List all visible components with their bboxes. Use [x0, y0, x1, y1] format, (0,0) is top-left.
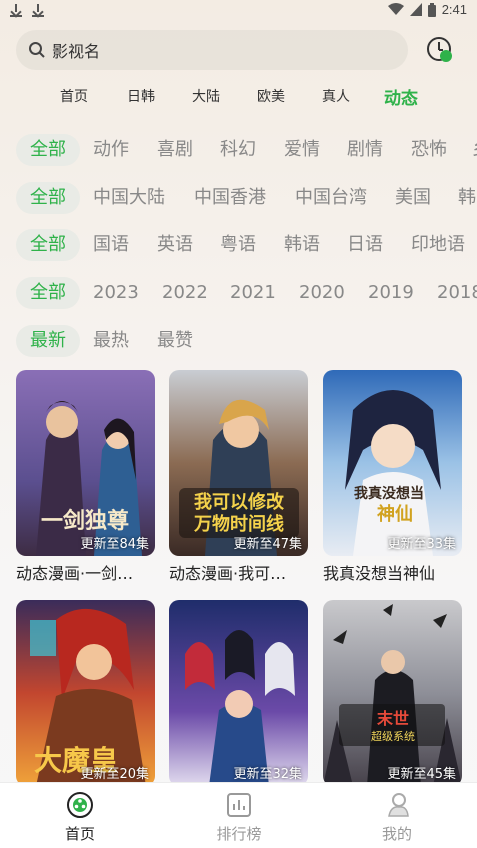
region-chip[interactable]: 美国	[395, 182, 431, 214]
tab-western[interactable]: 欧美	[257, 86, 285, 106]
status-bar: 2:41	[0, 0, 477, 22]
episode-badge: 更新至47集	[233, 537, 302, 552]
genre-chip[interactable]: 动作	[93, 134, 129, 166]
cover-title-art: 神仙	[377, 503, 413, 525]
status-time: 2:41	[441, 2, 467, 17]
genre-chip[interactable]: 剧情	[347, 134, 383, 166]
video-title: 动态漫画·一剑…	[16, 564, 134, 583]
wifi-icon	[387, 3, 404, 15]
year-chip[interactable]: 2020	[299, 277, 345, 309]
year-chip[interactable]: 2023	[93, 277, 139, 309]
episode-badge: 更新至45集	[387, 767, 456, 782]
episode-badge: 更新至33集	[387, 537, 456, 552]
sort-filter-row: 最新 最热 最赞	[0, 323, 477, 359]
cover-title-art: 我可以修改	[194, 491, 285, 513]
genre-chip[interactable]: 恐怖	[411, 134, 447, 166]
cover-title-art: 我真没想当	[354, 485, 424, 502]
download-icon	[10, 3, 22, 17]
cover-image: 大魔皇 更新至20集	[16, 600, 155, 786]
video-card[interactable]: 更新至32集	[169, 600, 308, 786]
tab-home[interactable]: 首页	[60, 86, 88, 106]
region-filter-row: 全部 中国大陆 中国香港 中国台湾 美国 韩	[0, 180, 477, 216]
region-chip[interactable]: 中国香港	[194, 182, 266, 214]
genre-chip[interactable]: 乡	[472, 134, 477, 166]
cover-image: 末世 超级系统 更新至45集	[323, 600, 462, 786]
language-chip[interactable]: 韩语	[284, 229, 320, 261]
region-chip[interactable]: 中国大陆	[93, 182, 165, 214]
episode-badge: 更新至84集	[80, 537, 149, 552]
video-card[interactable]: 我可以修改 万物时间线 更新至47集 动态漫画·我可…	[169, 370, 308, 584]
year-chip[interactable]: 2021	[230, 277, 276, 309]
video-card[interactable]: 我真没想当 神仙 更新至33集 我真没想当神仙	[323, 370, 462, 584]
tab-animated[interactable]: 动态	[384, 84, 418, 109]
video-card[interactable]: 末世 超级系统 更新至45集	[323, 600, 462, 786]
battery-icon	[427, 2, 436, 17]
region-chip-all[interactable]: 全部	[16, 182, 80, 214]
video-card[interactable]: 大魔皇 更新至20集	[16, 600, 155, 786]
episode-badge: 更新至32集	[233, 767, 302, 782]
episode-badge: 更新至20集	[80, 767, 149, 782]
bottom-nav-label: 我的	[381, 825, 412, 843]
cover-image: 我可以修改 万物时间线 更新至47集	[169, 370, 308, 556]
history-clock-icon[interactable]	[425, 35, 455, 65]
cover-title-art: 超级系统	[371, 729, 415, 743]
category-tabs: 首页 日韩 大陆 欧美 真人 动态	[0, 80, 477, 114]
bottom-nav-home[interactable]: 首页	[30, 783, 130, 848]
language-chip[interactable]: 日语	[347, 229, 383, 261]
chart-icon	[227, 793, 251, 817]
bottom-nav-label: 排行榜	[216, 825, 262, 843]
video-title: 动态漫画·我可…	[169, 564, 287, 583]
tab-mainland[interactable]: 大陆	[192, 86, 220, 106]
region-chip[interactable]: 韩	[458, 182, 476, 214]
year-chip[interactable]: 2019	[368, 277, 414, 309]
bottom-nav-ranking[interactable]: 排行榜	[189, 783, 289, 848]
year-chip-all[interactable]: 全部	[16, 277, 80, 309]
home-film-icon	[67, 792, 93, 818]
cover-title-art: 万物时间线	[193, 513, 284, 535]
language-chip[interactable]: 英语	[157, 229, 193, 261]
cover-title-art: 一剑独尊	[41, 508, 129, 534]
year-filter-row: 全部 2023 2022 2021 2020 2019 2018	[0, 275, 477, 311]
video-card[interactable]: 一剑独尊 更新至84集 动态漫画·一剑…	[16, 370, 155, 584]
language-chip[interactable]: 国语	[93, 229, 129, 261]
sort-chip-most-liked[interactable]: 最赞	[157, 325, 193, 357]
genre-filter-row: 全部 动作 喜剧 科幻 爱情 剧情 恐怖 乡	[0, 132, 477, 168]
language-chip[interactable]: 粤语	[220, 229, 256, 261]
genre-chip-all[interactable]: 全部	[16, 134, 80, 166]
genre-chip[interactable]: 喜剧	[157, 134, 193, 166]
bottom-nav-label: 首页	[64, 825, 95, 843]
language-chip-all[interactable]: 全部	[16, 229, 80, 261]
genre-chip[interactable]: 科幻	[220, 134, 256, 166]
search-input[interactable]: 影视名	[16, 30, 408, 70]
sort-chip-hottest[interactable]: 最热	[93, 325, 129, 357]
profile-icon	[388, 793, 409, 817]
region-chip[interactable]: 中国台湾	[295, 182, 367, 214]
cover-image: 我真没想当 神仙 更新至33集	[323, 370, 462, 556]
bottom-navigation: 首页 排行榜 我的	[0, 782, 477, 848]
search-icon	[29, 42, 45, 58]
cell-signal-icon	[409, 3, 422, 16]
search-placeholder: 影视名	[52, 42, 101, 61]
download-icon	[32, 3, 44, 17]
language-filter-row: 全部 国语 英语 粤语 韩语 日语 印地语	[0, 227, 477, 263]
genre-chip[interactable]: 爱情	[284, 134, 320, 166]
sort-chip-newest[interactable]: 最新	[16, 325, 80, 357]
cover-image: 一剑独尊 更新至84集	[16, 370, 155, 556]
bottom-nav-profile[interactable]: 我的	[347, 783, 447, 848]
cover-image: 更新至32集	[169, 600, 308, 786]
year-chip[interactable]: 2022	[162, 277, 208, 309]
language-chip[interactable]: 印地语	[411, 229, 465, 261]
video-title: 我真没想当神仙	[323, 564, 436, 583]
year-chip[interactable]: 2018	[437, 277, 477, 309]
cover-title-art: 末世	[377, 709, 409, 728]
tab-live-action[interactable]: 真人	[322, 86, 350, 106]
tab-japan-korea[interactable]: 日韩	[127, 86, 155, 106]
